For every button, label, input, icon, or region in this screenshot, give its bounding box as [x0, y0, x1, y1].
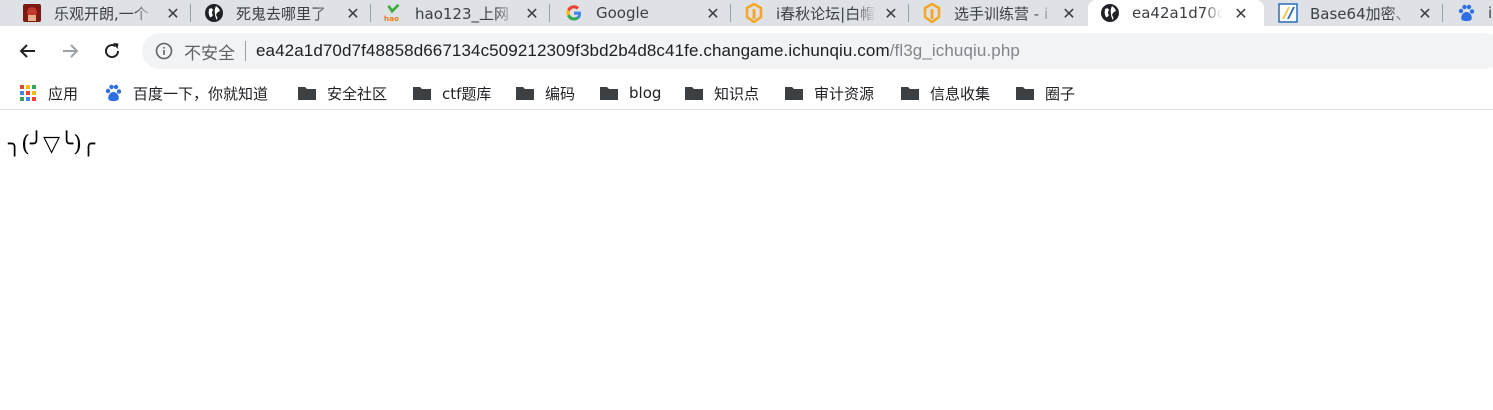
bookmark-folder-circle[interactable]: 圈子 [1015, 81, 1075, 105]
globe-icon [1100, 3, 1120, 23]
ichunqiu-favicon-icon [744, 3, 764, 23]
reload-icon [105, 43, 120, 59]
bookmark-folder-recon[interactable]: 信息收集 [900, 81, 990, 105]
tab-4[interactable]: Google ✕ [564, 0, 730, 26]
tab-3[interactable]: hao hao123_上网 ✕ [383, 0, 549, 26]
back-button[interactable] [13, 36, 43, 66]
tab-separator [549, 4, 550, 22]
address-bar[interactable]: 不安全 ea42a1d70d7f48858d667134c509212309f3… [142, 33, 1493, 69]
bookmark-label: 应用 [48, 84, 79, 103]
red-image-favicon-icon [22, 3, 42, 23]
arrow-left-icon [19, 44, 35, 58]
tab-2[interactable]: 死鬼去哪里了 ✕ [204, 0, 370, 26]
bookmark-folder-ctf[interactable]: ctf题库 [412, 81, 491, 105]
tab-title: Base64加密、 [1310, 4, 1410, 23]
bookmark-label: ctf题库 [442, 84, 492, 103]
bookmark-label: 安全社区 [327, 84, 388, 103]
bookmark-apps[interactable]: 应用 [18, 81, 78, 105]
tab-9[interactable]: i [1456, 0, 1493, 26]
ichunqiu-favicon-icon [922, 3, 942, 23]
tab-separator [370, 4, 371, 22]
tab-separator [1442, 4, 1443, 22]
omnibox-divider [245, 41, 246, 61]
tab-title: 乐观开朗,一个 [54, 4, 149, 23]
folder-icon [900, 83, 920, 103]
folder-icon [515, 83, 535, 103]
bookmark-label: 知识点 [714, 84, 760, 103]
bookmark-folder-encoding[interactable]: 编码 [515, 81, 575, 105]
tab-active[interactable]: ea42a1d70d7 ✕ [1088, 0, 1264, 26]
folder-icon [684, 83, 704, 103]
svg-text:hao: hao [384, 14, 399, 23]
insecure-label[interactable]: 不安全 [184, 39, 235, 64]
tab-5[interactable]: i春秋论坛|白帽 ✕ [744, 0, 908, 26]
url-path: /fl3g_ichuqiu.php [889, 41, 1020, 60]
folder-icon [412, 83, 432, 103]
close-icon[interactable]: ✕ [344, 0, 362, 26]
bookmark-folder-blog[interactable]: blog [599, 81, 661, 105]
arrow-right-icon [63, 44, 79, 58]
tab-6[interactable]: 选手训练营 - i ✕ [922, 0, 1086, 26]
tab-title: hao123_上网 [415, 4, 510, 23]
tab-8[interactable]: Base64加密、 ✕ [1278, 0, 1442, 26]
bookmarks-bar: 应用 百度一下，你就知道 安全社区 ctf题库 编码 blog 知识点 审计资源… [0, 76, 1493, 110]
tab-separator [190, 4, 191, 22]
baidu-paw-icon [1456, 3, 1476, 23]
tab-title: i [1488, 4, 1493, 22]
bookmark-label: blog [629, 84, 662, 102]
bookmark-label: 审计资源 [814, 84, 875, 103]
forward-button[interactable] [55, 36, 85, 66]
url-host: ea42a1d70d7f48858d667134c509212309f3bd2b… [256, 41, 890, 60]
tab-title: i春秋论坛|白帽 [776, 4, 876, 23]
page-body-text: ╮(╯▽╰)╭ [8, 132, 96, 157]
tab-separator [908, 4, 909, 22]
browser-toolbar: 不安全 ea42a1d70d7f48858d667134c509212309f3… [0, 26, 1493, 76]
google-g-icon [564, 3, 584, 23]
globe-icon [204, 3, 224, 23]
tab-title: 死鬼去哪里了 [236, 4, 327, 23]
folder-icon [297, 83, 317, 103]
close-icon[interactable]: ✕ [164, 0, 182, 26]
tab-1[interactable]: 乐观开朗,一个 ✕ [22, 0, 190, 26]
reload-button[interactable] [97, 36, 127, 66]
close-icon[interactable]: ✕ [1232, 0, 1250, 26]
close-icon[interactable]: ✕ [704, 0, 722, 26]
close-icon[interactable]: ✕ [523, 0, 541, 26]
bookmark-baidu[interactable]: 百度一下，你就知道 [103, 81, 268, 105]
folder-icon [1015, 83, 1035, 103]
bookmark-folder-knowledge[interactable]: 知识点 [684, 81, 759, 105]
base64-favicon-icon [1278, 3, 1298, 23]
hao123-favicon-icon: hao [383, 3, 403, 23]
tab-title: 选手训练营 - i [954, 4, 1049, 23]
close-icon[interactable]: ✕ [1416, 0, 1434, 26]
bookmark-label: 信息收集 [930, 84, 991, 103]
apps-grid-icon [18, 83, 38, 103]
folder-icon [784, 83, 804, 103]
bookmark-label: 圈子 [1045, 84, 1076, 103]
close-icon[interactable]: ✕ [882, 0, 900, 26]
bookmark-folder-security[interactable]: 安全社区 [297, 81, 387, 105]
tab-strip: 乐观开朗,一个 ✕ 死鬼去哪里了 ✕ hao hao123_上网 ✕ Googl… [0, 0, 1493, 26]
tab-title: Google [596, 4, 649, 22]
folder-icon [599, 83, 619, 103]
page-content: ╮(╯▽╰)╭ [0, 118, 1493, 410]
url-text[interactable]: ea42a1d70d7f48858d667134c509212309f3bd2b… [256, 41, 1020, 61]
tab-title: ea42a1d70d7 [1132, 4, 1222, 22]
bookmark-label: 百度一下，你就知道 [133, 84, 269, 103]
baidu-paw-icon [103, 83, 123, 103]
close-icon[interactable]: ✕ [1060, 0, 1078, 26]
bookmark-folder-audit[interactable]: 审计资源 [784, 81, 874, 105]
info-icon[interactable] [154, 41, 174, 61]
tab-separator [730, 4, 731, 22]
bookmark-label: 编码 [545, 84, 576, 103]
